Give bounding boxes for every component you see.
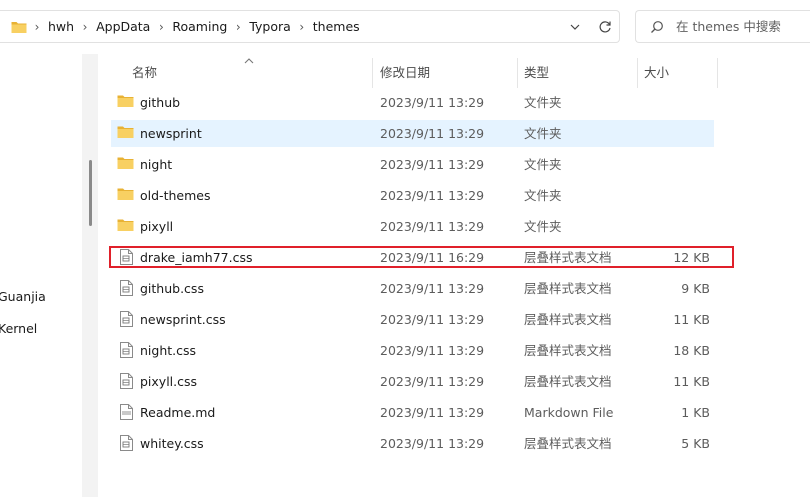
markdown-file-icon — [120, 404, 133, 423]
breadcrumb-item-typora[interactable]: Typora — [245, 19, 294, 34]
file-date: 2023/9/11 13:29 — [380, 95, 485, 110]
highlight-annotation-box — [109, 246, 734, 268]
file-date: 2023/9/11 13:29 — [380, 219, 485, 234]
file-date: 2023/9/11 13:29 — [380, 126, 485, 141]
folder-icon — [117, 218, 134, 235]
chevron-down-icon[interactable] — [565, 11, 585, 42]
breadcrumb-item-appdata[interactable]: AppData — [92, 19, 154, 34]
navigation-scrollbar-track[interactable] — [82, 54, 98, 497]
column-header-date[interactable]: 修改日期 — [380, 60, 430, 86]
file-name: newsprint.css — [140, 312, 226, 327]
refresh-icon[interactable] — [594, 11, 616, 42]
file-type: 文件夹 — [524, 157, 562, 172]
search-placeholder: 在 themes 中搜索 — [676, 19, 781, 34]
address-bar[interactable]: › hwh › AppData › Roaming › Typora › themes — [0, 10, 620, 43]
file-row[interactable]: Readme.md 2023/9/11 13:29 Markdown File 1 K… — [111, 399, 714, 426]
breadcrumb-separator[interactable]: › — [231, 20, 245, 34]
file-type: 层叠样式表文档 — [524, 436, 612, 451]
file-name: whitey.css — [140, 436, 204, 451]
file-date: 2023/9/11 13:29 — [380, 281, 485, 296]
file-name: night.css — [140, 343, 197, 358]
folder-icon — [117, 187, 134, 204]
file-date: 2023/9/11 13:29 — [380, 374, 485, 389]
file-type: 文件夹 — [524, 126, 562, 141]
file-row[interactable]: pixyll.css 2023/9/11 13:29 层叠样式表文档 11 KB — [111, 368, 714, 395]
column-header-type[interactable]: 类型 — [524, 60, 549, 86]
file-name: night — [140, 157, 173, 172]
file-date: 2023/9/11 13:29 — [380, 188, 485, 203]
file-row[interactable]: night.css 2023/9/11 13:29 层叠样式表文档 18 KB — [111, 337, 714, 364]
file-type: 文件夹 — [524, 95, 562, 110]
navigation-scrollbar-thumb[interactable] — [89, 160, 92, 226]
file-row[interactable]: pixyll 2023/9/11 13:29 文件夹 — [111, 213, 714, 240]
file-type: 层叠样式表文档 — [524, 374, 612, 389]
file-row[interactable]: newsprint 2023/9/11 13:29 文件夹 — [111, 120, 714, 147]
file-row[interactable]: whitey.css 2023/9/11 13:29 层叠样式表文档 5 KB — [111, 430, 714, 457]
file-name: pixyll.css — [140, 374, 198, 389]
css-file-icon — [120, 280, 133, 299]
file-type: 层叠样式表文档 — [524, 343, 612, 358]
file-name: Readme.md — [140, 405, 216, 420]
column-divider[interactable] — [517, 58, 518, 88]
css-file-icon — [120, 342, 133, 361]
breadcrumb-item-themes[interactable]: themes — [309, 19, 364, 34]
breadcrumb-separator[interactable]: › — [30, 20, 44, 34]
breadcrumb-separator[interactable]: › — [295, 20, 309, 34]
file-row[interactable]: github.css 2023/9/11 13:29 层叠样式表文档 9 KB — [111, 275, 714, 302]
column-divider[interactable] — [637, 58, 638, 88]
file-list: 名称 修改日期 类型 大小 github 2023/9/11 13:29 文件夹 ne… — [98, 54, 810, 497]
breadcrumb-separator[interactable]: › — [78, 20, 92, 34]
file-date: 2023/9/11 13:29 — [380, 343, 485, 358]
title-toolbar: › hwh › AppData › Roaming › Typora › themes 在 the… — [0, 0, 810, 54]
file-name: pixyll — [140, 219, 174, 234]
file-type: 文件夹 — [524, 219, 562, 234]
sort-ascending-icon — [244, 54, 254, 67]
file-row[interactable]: old-themes 2023/9/11 13:29 文件夹 — [111, 182, 714, 209]
folder-icon — [11, 20, 27, 37]
file-size: 9 KB — [681, 281, 710, 296]
search-icon — [650, 20, 664, 37]
column-header-name[interactable]: 名称 — [132, 60, 157, 86]
file-row[interactable]: newsprint.css 2023/9/11 13:29 层叠样式表文档 11 KB — [111, 306, 714, 333]
file-name: old-themes — [140, 188, 211, 203]
search-box[interactable]: 在 themes 中搜索 — [635, 10, 810, 43]
breadcrumb: › hwh › AppData › Roaming › Typora › themes — [30, 11, 364, 42]
file-type: 文件夹 — [524, 188, 562, 203]
breadcrumb-item-roaming[interactable]: Roaming — [168, 19, 231, 34]
file-date: 2023/9/11 13:29 — [380, 436, 485, 451]
breadcrumb-item-hwh[interactable]: hwh — [44, 19, 78, 34]
column-divider[interactable] — [372, 58, 373, 88]
folder-icon — [117, 125, 134, 142]
css-file-icon — [120, 373, 133, 392]
file-type: 层叠样式表文档 — [524, 312, 612, 327]
file-name: newsprint — [140, 126, 202, 141]
folder-icon — [117, 94, 134, 111]
file-type: Markdown File — [524, 405, 614, 420]
file-date: 2023/9/11 13:29 — [380, 405, 485, 420]
nav-item-guanjia[interactable]: Guanjia — [0, 289, 46, 304]
nav-item-kernel[interactable]: Kernel — [0, 321, 37, 336]
file-date: 2023/9/11 13:29 — [380, 157, 485, 172]
css-file-icon — [120, 435, 133, 454]
file-size: 1 KB — [681, 405, 710, 420]
folder-icon — [117, 156, 134, 173]
file-row[interactable]: night 2023/9/11 13:29 文件夹 — [111, 151, 714, 178]
file-date: 2023/9/11 13:29 — [380, 312, 485, 327]
breadcrumb-separator[interactable]: › — [154, 20, 168, 34]
file-size: 5 KB — [681, 436, 710, 451]
file-size: 11 KB — [673, 374, 710, 389]
navigation-pane: Guanjia Kernel — [0, 54, 82, 497]
column-header-size[interactable]: 大小 — [644, 60, 669, 86]
file-name: github.css — [140, 281, 204, 296]
file-size: 11 KB — [673, 312, 710, 327]
file-row[interactable]: github 2023/9/11 13:29 文件夹 — [111, 89, 714, 116]
file-name: github — [140, 95, 181, 110]
css-file-icon — [120, 311, 133, 330]
file-type: 层叠样式表文档 — [524, 281, 612, 296]
file-size: 18 KB — [673, 343, 710, 358]
column-divider[interactable] — [717, 58, 718, 88]
